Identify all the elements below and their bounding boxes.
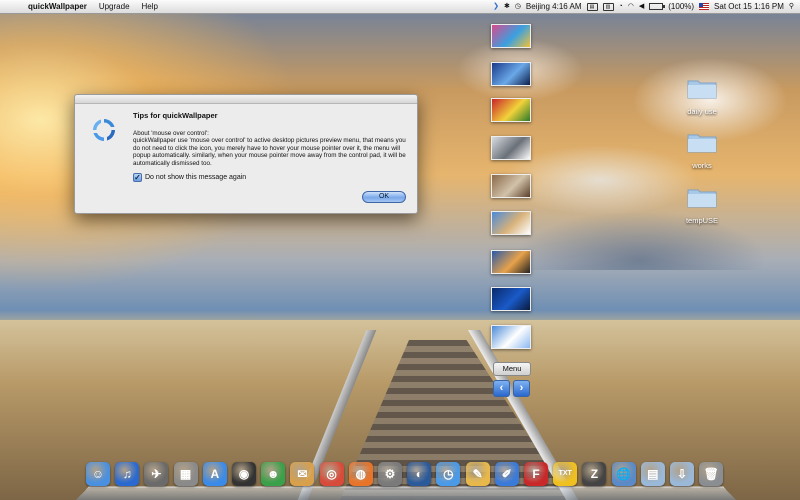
wallpaper-thumbnail-pyramids[interactable] [491,211,531,235]
dock-messenger-icon[interactable]: ☻ [261,462,286,486]
folder-icon [687,80,717,99]
dock-glyph: ▦ [179,467,192,481]
wallpaper-thumbnail-statue-liberty[interactable] [491,136,531,160]
menu-help[interactable]: Help [136,2,164,11]
wallpaper-thumbnail-highway-sky[interactable] [491,250,531,274]
dock-safari-icon[interactable]: ◷ [436,462,461,486]
dock-glyph: ◉ [238,467,250,481]
cpu-monitor-icon[interactable]: ▤ [586,2,598,11]
dock-zip-utility-icon[interactable]: Z [582,462,607,486]
dock-mail-stamp-icon[interactable]: ✉ [290,462,315,486]
dock-glyph: ✎ [472,467,483,481]
dock-applications-folder-icon[interactable]: ▤ [640,462,665,486]
bluetooth-icon[interactable]: ✱ [504,2,510,11]
dock-glyph: Z [590,467,599,481]
wallpaper-menu-button[interactable]: Menu [493,362,531,376]
time-machine-icon[interactable]: ◔ [619,2,623,11]
dock-glyph: ◷ [443,467,454,481]
battery-percentage[interactable]: (100%) [668,2,694,11]
dock: ☺ ♫ ✈ ▦ A ◉ ☻ ✉ ◎ ◍ ⚙ ◐ ◷ ✎ ✐ F TXT Z 🌐 ▤ ⇩ 🗑 [76,455,736,500]
dock-glyph: ▤ [647,467,659,481]
wallpaper-clouds [380,10,800,270]
folder-label: works [692,161,712,170]
dock-system-preferences-icon[interactable]: ⚙ [378,462,402,486]
dock-glyph: F [532,467,540,481]
dock-chrome-icon[interactable]: ◎ [319,462,344,486]
dialog-heading: About 'mouse over control': [133,130,209,137]
dock-glyph: ✐ [501,467,512,481]
dock-launchpad-icon[interactable]: ✈ [144,462,169,486]
menu-meter-icon[interactable]: ▥ [602,2,614,11]
wallpaper-thumbnail-billiard-balls[interactable] [491,98,531,122]
dont-show-again-label[interactable]: Do not show this message again [145,174,246,181]
dock-glyph: A [210,467,220,481]
dont-show-again-row[interactable]: ✓ Do not show this message again [133,173,246,182]
wallpaper-thumbnail-colored-pencils[interactable] [491,24,531,48]
dialog-title: Tips for quickWallpaper [133,111,218,120]
dock-glyph: ⚙ [384,467,396,481]
dock-preview-icon[interactable]: ▦ [173,462,198,486]
quickwallpaper-refresh-icon [93,119,115,141]
dock-app-store-icon[interactable]: A [202,462,227,486]
volume-icon[interactable]: ◀ [639,2,644,11]
wallpaper-thumbnail-blue-abstract[interactable] [491,287,531,311]
menu-bar: quickWallpaper Upgrade Help ❯ ✱ ◷ Beijin… [0,0,800,14]
dock-glyph: 🗑 [703,467,719,481]
wallpaper-thumbnail-windows-screen[interactable] [491,62,531,86]
next-wallpaper-button[interactable]: › [513,380,530,397]
dock-glyph: ◐ [415,467,423,481]
dock-glyph: ☻ [266,467,280,481]
previous-wallpaper-button[interactable]: ‹ [493,380,510,397]
folder-label: daily use [687,107,717,116]
spotlight-search-icon[interactable]: ⚲ [789,2,794,11]
desktop-folder-tempuse[interactable]: tempUSE [672,186,732,225]
dock-glyph: ☺ [91,467,105,481]
input-source-flag-icon[interactable] [699,3,710,10]
dock-font-book-icon[interactable]: F [524,462,548,486]
dont-show-again-checkbox[interactable]: ✓ [133,173,142,182]
dock-shelf [76,486,736,500]
menubar-datetime[interactable]: Sat Oct 15 1:16 PM [714,2,784,11]
dock-dashboard-icon[interactable]: ◉ [232,462,256,486]
dock-finder-icon[interactable]: ☺ [86,462,110,486]
wallpaper-thumbnail-wooden-planks[interactable] [491,174,531,198]
dock-glyph: ⇩ [676,467,688,481]
dialog-body-text: quickWallpaper use 'mouse over control' … [133,137,406,168]
dock-glyph: ✉ [297,467,308,481]
dock-glyph: ♫ [122,467,132,481]
dock-pages-icon[interactable]: ✐ [494,462,519,486]
dock-glyph: ◍ [355,467,367,481]
dock-glyph: ◎ [326,467,337,481]
desktop-wallpaper [0,0,800,500]
ok-button[interactable]: OK [362,191,406,203]
dock-trash-icon[interactable]: 🗑 [699,462,724,486]
dock-xcode-pencil-icon[interactable]: ✎ [465,462,490,486]
dock-glyph: 🌐 [616,467,632,481]
dialog-titlebar[interactable] [75,95,417,104]
folder-icon [687,134,717,153]
dock-glyph: TXT [558,470,572,477]
desktop-folder-works[interactable]: works [672,131,732,170]
wifi-icon[interactable]: ◠ [628,2,634,11]
folder-icon [687,189,717,208]
dock-itunes-icon[interactable]: ♫ [115,462,140,486]
desktop-folder-daily-use[interactable]: daily use [672,77,732,116]
dock-firefox-icon[interactable]: ◍ [348,462,373,486]
dock-network-globe-icon[interactable]: 🌐 [611,462,636,486]
dock-google-earth-icon[interactable]: ◐ [407,462,432,486]
menu-app-name[interactable]: quickWallpaper [22,2,93,11]
dock-downloads-folder-icon[interactable]: ⇩ [670,462,694,486]
tips-dialog: Tips for quickWallpaper About 'mouse ove… [74,94,418,214]
battery-icon[interactable] [649,3,666,10]
dock-txt-editor-icon[interactable]: TXT [553,462,578,486]
wallpaper-thumbnail-airplane-sky[interactable] [491,325,531,349]
world-clock-text[interactable]: Beijing 4:16 AM [526,2,582,11]
dock-glyph: ✈ [151,467,162,481]
clock-icon[interactable]: ◷ [515,2,521,11]
wallpaper-status-icon[interactable]: ❯ [493,2,499,11]
menu-upgrade[interactable]: Upgrade [93,2,136,11]
menu-extras: ❯ ✱ ◷ Beijing 4:16 AM ▤ ▥ ◔ ◠ ◀ (100%) S… [493,2,800,11]
folder-label: tempUSE [685,216,719,225]
